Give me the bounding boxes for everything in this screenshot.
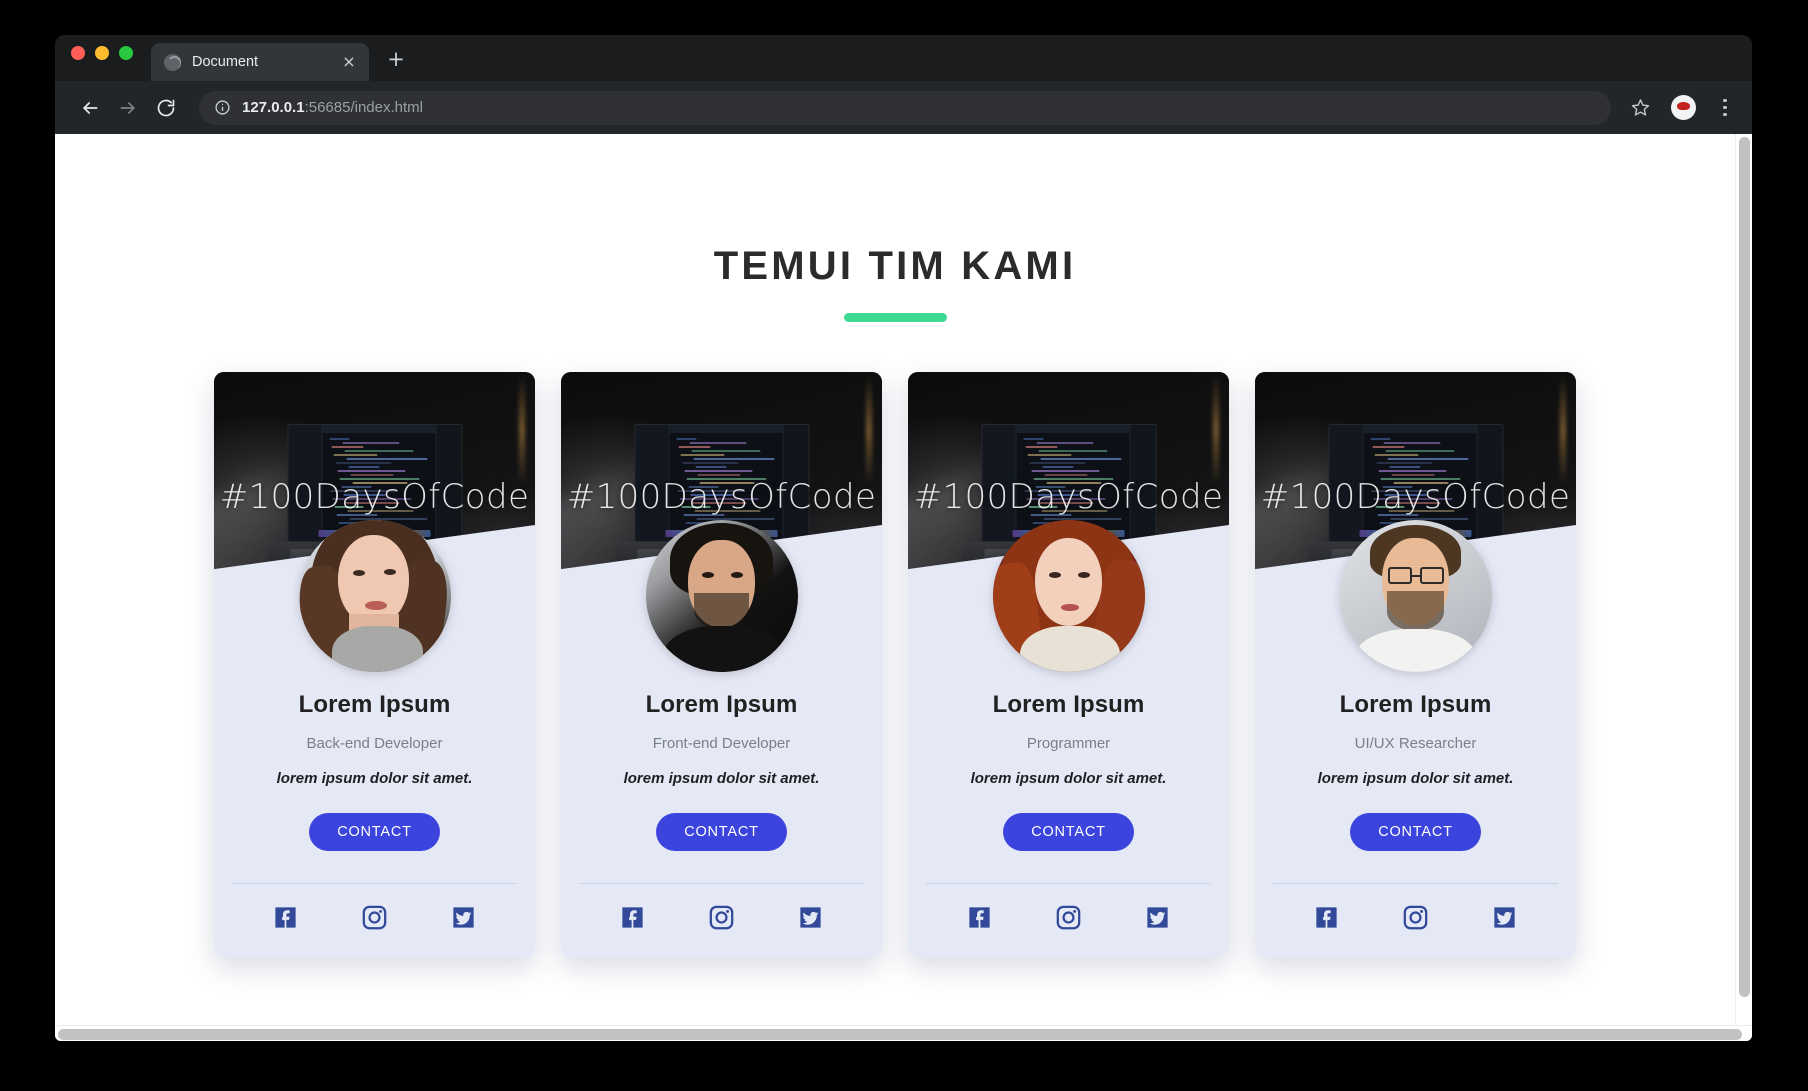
title-underline xyxy=(843,313,947,322)
social-links xyxy=(561,884,882,957)
team-card-row: #100DaysOfCode Lorem Ipsum Back-end Deve… xyxy=(55,372,1735,957)
banner-light-streak-2 xyxy=(1560,375,1566,485)
social-links xyxy=(908,884,1229,957)
url-text: 127.0.0.1:56685/index.html xyxy=(242,99,423,116)
vertical-scrollbar[interactable] xyxy=(1735,134,1752,1025)
contact-button[interactable]: CONTACT xyxy=(656,813,787,851)
banner-text: #100DaysOfCode xyxy=(219,477,530,517)
team-card: #100DaysOfCode Lorem Ipsum Programmer lo… xyxy=(908,372,1229,957)
avatar xyxy=(298,520,451,672)
avatar-portrait xyxy=(298,520,451,672)
horizontal-scrollbar-thumb[interactable] xyxy=(58,1029,1742,1040)
maximize-window-button[interactable] xyxy=(119,46,133,60)
team-card: #100DaysOfCode Lorem Ipsum UI/UX Researc… xyxy=(1255,372,1576,957)
window-controls xyxy=(71,35,133,81)
banner-light-streak-2 xyxy=(866,375,872,485)
tab-title: Document xyxy=(192,54,259,70)
member-role: Programmer xyxy=(1026,735,1111,752)
twitter-icon[interactable] xyxy=(797,904,824,931)
team-card: #100DaysOfCode Lorem Ipsum Back-end Deve… xyxy=(214,372,535,957)
page-viewport: TEMUI TIM KAMI #100DaysOfCode Lorem Ipsu… xyxy=(55,134,1752,1041)
twitter-icon[interactable] xyxy=(1491,904,1518,931)
facebook-icon[interactable] xyxy=(1313,904,1340,931)
contact-button[interactable]: CONTACT xyxy=(1350,813,1481,851)
star-icon[interactable] xyxy=(1625,93,1655,123)
instagram-icon[interactable] xyxy=(1402,904,1429,931)
member-role: UI/UX Researcher xyxy=(1354,735,1477,752)
browser-toolbar: 127.0.0.1:56685/index.html xyxy=(55,81,1752,134)
horizontal-scrollbar[interactable] xyxy=(55,1025,1752,1041)
member-name: Lorem Ipsum xyxy=(992,691,1145,718)
web-page: TEMUI TIM KAMI #100DaysOfCode Lorem Ipsu… xyxy=(55,134,1735,1025)
reload-icon[interactable] xyxy=(149,91,183,125)
tab-strip: Document × + xyxy=(55,35,1752,81)
facebook-icon[interactable] xyxy=(272,904,299,931)
profile-avatar[interactable] xyxy=(1671,95,1696,120)
member-role: Front-end Developer xyxy=(652,735,791,752)
site-info-icon[interactable] xyxy=(214,99,231,116)
browser-tab[interactable]: Document × xyxy=(151,43,369,81)
close-window-button[interactable] xyxy=(71,46,85,60)
minimize-window-button[interactable] xyxy=(95,46,109,60)
member-description: lorem ipsum dolor sit amet. xyxy=(1317,770,1514,787)
contact-button[interactable]: CONTACT xyxy=(309,813,440,851)
team-card: #100DaysOfCode Lorem Ipsum Front-end Dev… xyxy=(561,372,882,957)
contact-button[interactable]: CONTACT xyxy=(1003,813,1134,851)
member-name: Lorem Ipsum xyxy=(645,691,798,718)
member-description: lorem ipsum dolor sit amet. xyxy=(276,770,473,787)
avatar xyxy=(1339,520,1492,672)
banner-text: #100DaysOfCode xyxy=(566,477,877,517)
twitter-icon[interactable] xyxy=(1144,904,1171,931)
avatar-portrait xyxy=(645,520,798,672)
url-path: :56685/index.html xyxy=(304,99,423,116)
member-role: Back-end Developer xyxy=(306,735,443,752)
social-links xyxy=(214,884,535,957)
close-icon[interactable]: × xyxy=(339,52,359,72)
member-description: lorem ipsum dolor sit amet. xyxy=(970,770,1167,787)
instagram-icon[interactable] xyxy=(1055,904,1082,931)
globe-icon xyxy=(164,53,181,71)
banner-light-streak-2 xyxy=(1213,375,1219,485)
page-title: TEMUI TIM KAMI xyxy=(713,244,1077,288)
avatar-portrait xyxy=(1339,520,1492,672)
social-links xyxy=(1255,884,1576,957)
banner-text: #100DaysOfCode xyxy=(913,477,1224,517)
url-host: 127.0.0.1 xyxy=(242,99,305,116)
member-description: lorem ipsum dolor sit amet. xyxy=(623,770,820,787)
member-name: Lorem Ipsum xyxy=(1339,691,1492,718)
avatar xyxy=(992,520,1145,672)
banner-text: #100DaysOfCode xyxy=(1260,477,1571,517)
twitter-icon[interactable] xyxy=(450,904,477,931)
vertical-scrollbar-thumb[interactable] xyxy=(1739,137,1750,997)
instagram-icon[interactable] xyxy=(361,904,388,931)
facebook-icon[interactable] xyxy=(619,904,646,931)
instagram-icon[interactable] xyxy=(708,904,735,931)
avatar-portrait xyxy=(992,520,1145,672)
browser-window: Document × + 127.0.0.1:56685/index.html xyxy=(55,35,1752,1041)
facebook-icon[interactable] xyxy=(966,904,993,931)
member-name: Lorem Ipsum xyxy=(298,691,451,718)
new-tab-button[interactable]: + xyxy=(383,47,409,73)
address-bar[interactable]: 127.0.0.1:56685/index.html xyxy=(199,90,1611,125)
banner-light-streak-2 xyxy=(519,375,525,485)
three-dots-icon[interactable] xyxy=(1714,94,1736,122)
avatar xyxy=(645,520,798,672)
back-arrow-icon[interactable] xyxy=(73,91,107,125)
forward-arrow-icon[interactable] xyxy=(111,91,145,125)
